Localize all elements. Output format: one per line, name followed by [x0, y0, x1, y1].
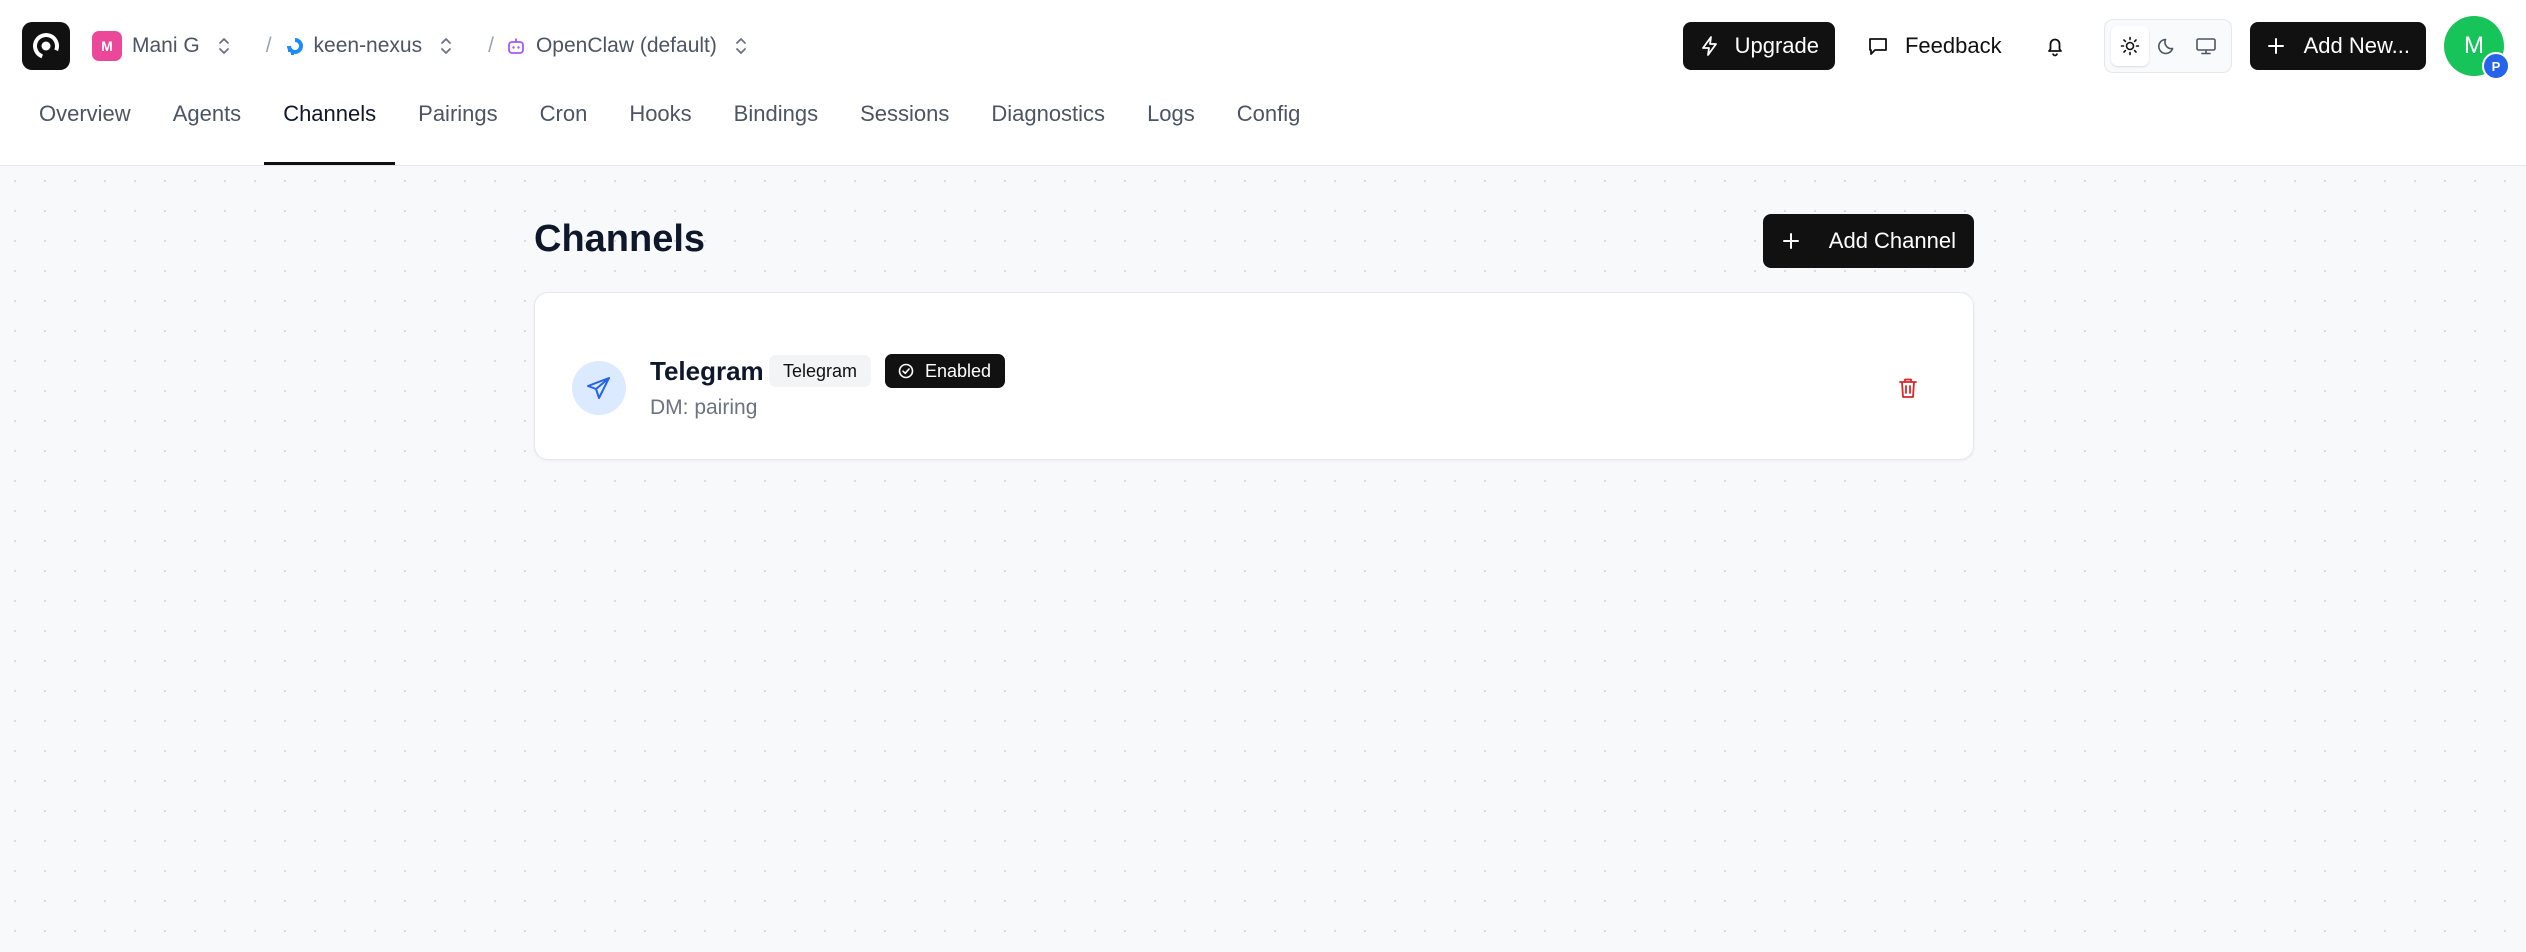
status-badge: Enabled: [885, 354, 1006, 388]
tab-sessions[interactable]: Sessions: [841, 91, 968, 165]
org-avatar: M: [92, 31, 122, 61]
check-circle-icon: [898, 363, 914, 379]
add-channel-label: Add Channel: [1828, 228, 1956, 253]
theme-switcher: [2103, 19, 2232, 73]
tab-diagnostics[interactable]: Diagnostics: [972, 91, 1124, 165]
tab-overview[interactable]: Overview: [20, 91, 150, 165]
bot-icon: [508, 38, 524, 54]
tab-logs[interactable]: Logs: [1128, 91, 1214, 165]
agent-name: OpenClaw (default): [535, 34, 717, 57]
tab-pairings[interactable]: Pairings: [399, 91, 516, 165]
logo-icon: [33, 33, 59, 59]
upgrade-button[interactable]: Upgrade: [1682, 22, 1835, 70]
theme-system-button[interactable]: [2187, 26, 2225, 66]
send-icon: [587, 377, 610, 399]
channel-type-tag: Telegram: [769, 355, 872, 387]
channel-name: Telegram: [650, 356, 764, 386]
user-initial: M: [2464, 32, 2484, 59]
plan-badge: P: [2482, 52, 2510, 80]
channel-avatar: [572, 361, 626, 415]
org-switcher[interactable]: M Mani G: [92, 31, 232, 61]
chevron-up-down-icon: [735, 38, 746, 54]
status-label: Enabled: [925, 360, 992, 381]
breadcrumb-separator: /: [488, 34, 494, 57]
tab-channels[interactable]: Channels: [264, 91, 396, 165]
channel-detail: DM: pairing: [650, 396, 758, 419]
tab-config[interactable]: Config: [1218, 91, 1320, 165]
tab-agents[interactable]: Agents: [154, 91, 261, 165]
message-square-icon: [1869, 38, 1887, 55]
page-title: Channels: [534, 218, 706, 260]
delete-channel-button[interactable]: [1893, 373, 1923, 403]
nav-tabs: Overview Agents Channels Pairings Cron H…: [0, 92, 2526, 166]
trash-icon: [1899, 378, 1917, 398]
chevron-up-down-icon: [218, 38, 229, 54]
theme-dark-button[interactable]: [2149, 26, 2187, 66]
tab-hooks[interactable]: Hooks: [610, 91, 710, 165]
project-switcher[interactable]: keen-nexus: [284, 34, 455, 58]
main-content: Channels Add Channel Telegram Telegram E…: [0, 166, 2526, 952]
chevron-up-down-icon: [441, 38, 452, 54]
project-icon: [286, 38, 303, 55]
add-new-label: Add New...: [2303, 33, 2410, 58]
notifications-button[interactable]: [2044, 22, 2066, 70]
add-new-button[interactable]: Add New...: [2249, 22, 2426, 70]
monitor-icon: [2195, 38, 2216, 55]
org-name: Mani G: [132, 34, 200, 57]
bell-icon: [2047, 38, 2062, 57]
top-bar: M Mani G / keen-nexus / OpenClaw (defaul…: [0, 0, 2526, 92]
project-name: keen-nexus: [313, 34, 423, 57]
tab-bindings[interactable]: Bindings: [715, 91, 837, 165]
theme-light-button[interactable]: [2110, 26, 2149, 66]
plus-icon: [1783, 233, 1799, 249]
sun-icon: [2120, 36, 2139, 56]
moon-icon: [2157, 38, 2173, 55]
tab-cron[interactable]: Cron: [521, 91, 607, 165]
feedback-label: Feedback: [1904, 33, 2002, 58]
breadcrumb-separator: /: [265, 34, 272, 57]
add-channel-button[interactable]: Add Channel: [1763, 214, 1974, 268]
channel-card[interactable]: Telegram Telegram Enabled DM: pairing: [534, 292, 1974, 460]
upgrade-label: Upgrade: [1734, 33, 1819, 58]
app-logo[interactable]: [22, 22, 70, 70]
feedback-button[interactable]: Feedback: [1867, 22, 2002, 70]
plus-icon: [2267, 38, 2284, 54]
header-actions: Upgrade Feedback Add New... M P: [1682, 16, 2510, 80]
user-avatar[interactable]: M P: [2444, 16, 2510, 80]
lightning-icon: [1701, 36, 1717, 56]
agent-switcher[interactable]: OpenClaw (default): [506, 34, 749, 58]
